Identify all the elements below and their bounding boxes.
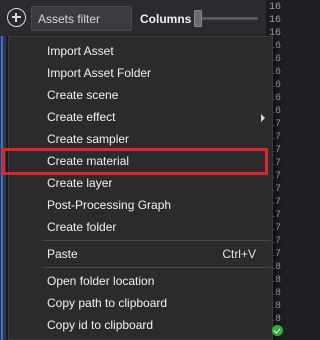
menu-item-create-effect[interactable]: Create effect — [9, 106, 272, 128]
menu-item-import-asset[interactable]: Import Asset — [9, 40, 272, 62]
menu-item-copy-id[interactable]: Copy id to clipboard — [9, 314, 272, 336]
menu-item-copy-path[interactable]: Copy path to clipboard — [9, 292, 272, 314]
left-panel-edge — [0, 36, 6, 340]
columns-label: Columns — [140, 12, 192, 26]
highlight-annotation-box — [2, 148, 268, 175]
assets-filter-input[interactable]: Assets filter — [31, 6, 132, 31]
menu-separator — [43, 240, 271, 241]
menu-item-post-processing-graph[interactable]: Post-Processing Graph — [9, 194, 272, 216]
menu-separator — [43, 267, 271, 268]
columns-slider-thumb[interactable] — [194, 10, 202, 27]
menu-item-import-asset-folder[interactable]: Import Asset Folder — [9, 62, 272, 84]
paste-shortcut: Ctrl+V — [222, 247, 256, 261]
menu-item-open-folder-location[interactable]: Open folder location — [9, 270, 272, 292]
status-check-icon — [272, 325, 283, 336]
side-number: 16 — [269, 15, 281, 26]
assets-toolbar: Assets filter Columns — [0, 0, 281, 36]
menu-item-paste[interactable]: Paste Ctrl+V — [9, 243, 272, 265]
menu-item-create-layer[interactable]: Create layer — [9, 172, 272, 194]
submenu-arrow-icon — [261, 114, 265, 122]
menu-item-label: Paste — [47, 247, 78, 261]
menu-item-label: Create effect — [47, 110, 116, 124]
columns-slider-track[interactable] — [196, 17, 258, 20]
side-number: 16 — [269, 2, 281, 13]
menu-item-create-folder[interactable]: Create folder — [9, 216, 272, 238]
add-asset-button[interactable] — [7, 8, 26, 27]
asset-context-menu: Import Asset Import Asset Folder Create … — [8, 36, 273, 340]
menu-item-create-sampler[interactable]: Create sampler — [9, 128, 272, 150]
menu-item-create-scene[interactable]: Create scene — [9, 84, 272, 106]
